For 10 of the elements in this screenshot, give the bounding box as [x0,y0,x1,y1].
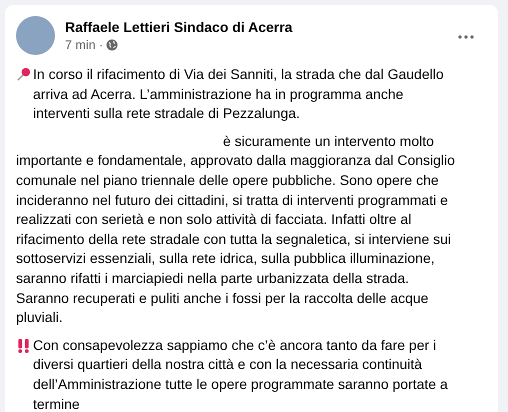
pushpin-icon [16,67,31,82]
author-name[interactable]: Raffaele Lettieri Sindaco di Acerra [65,19,444,35]
globe-icon [106,39,118,51]
post-text: In corso il rifacimento di Via dei Sanniti, la strada che dal Gaudello arriva ad Acerra. L’amministrazione ha in programma anche interventi sulla rete stradale di Pezzalunga. [33,65,445,124]
double-exclamation-icon [16,338,31,353]
post-text: Con consapevolezza sappiamo che c’è ancora tanto da fare per i diversi quartieri della nostra città e con la necessaria continuità dell’Amministrazione tutte le opere programmate saranno portate a termine [33,336,449,412]
more-icon [458,35,474,39]
avatar[interactable] [16,16,55,55]
post-text: è sicuramente un intervento molto importante e fondamentale, approvato dalla maggioranza dal Consiglio comunale nel piano triennale delle opere pubbliche. Sono opere che incideranno nel futuro dei cittadini, si tratta di interventi programmati e realizzati con serietà e non solo attività di facciata. Infatti oltre al rifacimento della rete stradale con tutta la segnaletica, si interviene sui sottoservizi essenziali, sulla rete idrica, sulla pubblica illuminazione, saranno rifatti i marciapiedi nella parte urbanizzata della strada. Saranno recuperati e puliti anche i fossi per la raccolta delle acque pluviali. [16,132,455,326]
post-time[interactable]: 7 min · [65,38,104,52]
